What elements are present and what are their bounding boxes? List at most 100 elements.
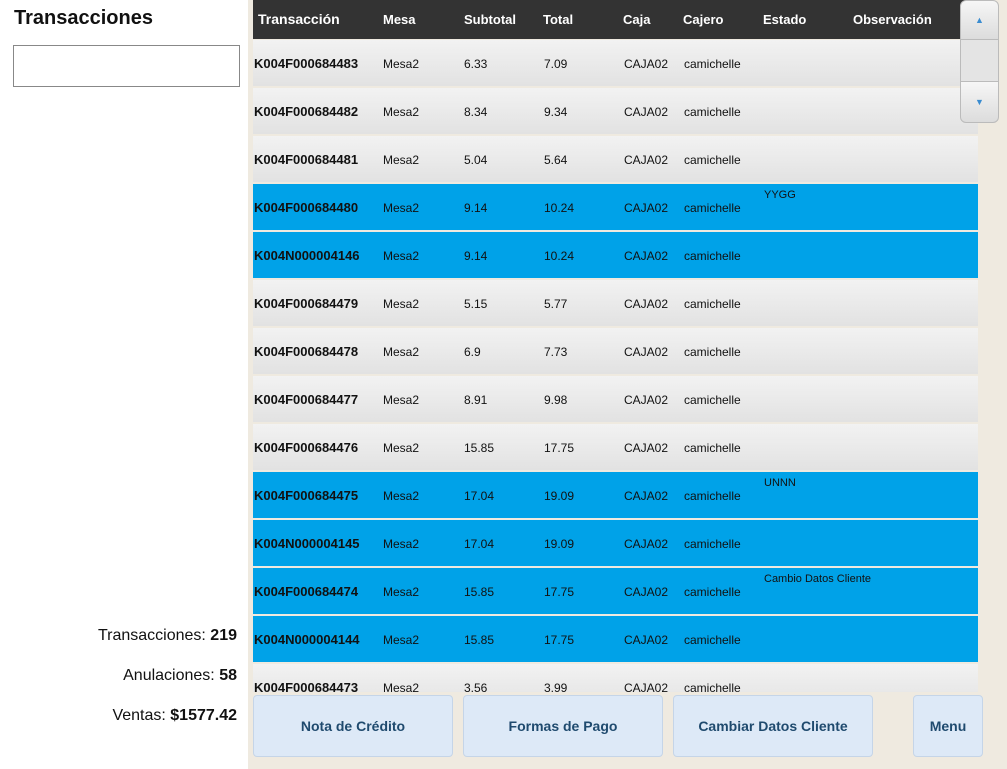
cell-transaccion: K004F000684482 [254,104,359,119]
table-row[interactable]: K004F000684474 Mesa2 15.85 17.75 CAJA02 camic… [253,568,978,614]
stat-anulaciones: Anulaciones: 58 [123,667,237,685]
table-row[interactable]: K004F000684476 Mesa2 15.85 17.75 CAJA02 camic… [253,424,978,470]
search-input[interactable] [13,45,240,87]
triangle-up-icon: ▲ [975,15,984,25]
cell-caja: CAJA02 [624,681,669,692]
cell-mesa: Mesa2 [383,585,420,599]
cell-cajero: camichelle [684,153,741,167]
cell-mesa: Mesa2 [383,681,420,692]
header-caja: Caja [623,12,651,27]
cell-caja: CAJA02 [624,489,669,503]
stat-ventas: Ventas: $1577.42 [112,707,237,725]
table-row[interactable]: K004N000004146 Mesa2 9.14 10.24 CAJA02 camich… [253,232,978,278]
header-estado: Estado [763,12,807,27]
table-row[interactable]: K004F000684479 Mesa2 5.15 5.77 CAJA02 camiche… [253,280,978,326]
cell-subtotal: 6.33 [464,57,488,71]
cell-total: 19.09 [544,537,575,551]
cell-transaccion: K004F000684478 [254,344,359,359]
cell-total: 17.75 [544,585,575,599]
cell-subtotal: 3.56 [464,681,488,692]
cell-subtotal: 8.91 [464,393,488,407]
cell-subtotal: 6.9 [464,345,481,359]
cell-caja: CAJA02 [624,537,669,551]
cell-total: 9.98 [544,393,568,407]
table-row[interactable]: K004F000684481 Mesa2 5.04 5.64 CAJA02 camiche… [253,136,978,182]
cell-subtotal: 15.85 [464,585,495,599]
header-mesa: Mesa [383,12,416,27]
table-row[interactable]: K004F000684480 Mesa2 9.14 10.24 CAJA02 camich… [253,184,978,230]
cell-cajero: camichelle [684,201,741,215]
cell-total: 17.75 [544,441,575,455]
table-row[interactable]: K004N000004145 Mesa2 17.04 19.09 CAJA02 camic… [253,520,978,566]
cell-total: 9.34 [544,105,568,119]
stat-anulaciones-value: 58 [219,667,237,684]
stat-transacciones-value: 219 [210,627,237,644]
cell-mesa: Mesa2 [383,201,420,215]
cell-caja: CAJA02 [624,105,669,119]
cell-subtotal: 8.34 [464,105,488,119]
cell-cajero: camichelle [684,681,741,692]
cell-transaccion: K004N000004145 [254,536,360,551]
cell-caja: CAJA02 [624,201,669,215]
cell-total: 5.77 [544,297,568,311]
cell-caja: CAJA02 [624,585,669,599]
cell-subtotal: 17.04 [464,537,495,551]
cell-cajero: camichelle [684,345,741,359]
cell-transaccion: K004F000684481 [254,152,359,167]
table-row[interactable]: K004N000004144 Mesa2 15.85 17.75 CAJA02 camic… [253,616,978,662]
cell-mesa: Mesa2 [383,297,420,311]
cell-mesa: Mesa2 [383,441,420,455]
cell-subtotal: 9.14 [464,201,488,215]
cell-observacion: UNNN [764,477,796,489]
cell-mesa: Mesa2 [383,105,420,119]
cell-cajero: camichelle [684,249,741,263]
cell-subtotal: 17.04 [464,489,495,503]
table-row[interactable]: K004F000684475 Mesa2 17.04 19.09 CAJA02 camic… [253,472,978,518]
stat-ventas-label: Ventas: [112,707,166,724]
stat-ventas-value: $1577.42 [170,707,237,724]
transactions-table: Transacción Mesa Subtotal Total Caja Caj… [253,0,978,692]
cell-caja: CAJA02 [624,249,669,263]
table-row[interactable]: K004F000684473 Mesa2 3.56 3.99 CAJA02 camiche… [253,664,978,692]
cell-transaccion: K004F000684479 [254,296,359,311]
stat-transacciones: Transacciones: 219 [98,627,237,645]
cell-caja: CAJA02 [624,393,669,407]
cell-observacion: Cambio Datos Cliente [764,573,871,585]
header-observacion: Observación [853,12,932,27]
cell-caja: CAJA02 [624,633,669,647]
table-row[interactable]: K004F000684478 Mesa2 6.9 7.73 CAJA02 camichel… [253,328,978,374]
cambiar-datos-cliente-button[interactable]: Cambiar Datos Cliente [673,695,873,757]
cell-subtotal: 15.85 [464,441,495,455]
cell-transaccion: K004N000004146 [254,248,360,263]
cell-subtotal: 9.14 [464,249,488,263]
cell-mesa: Mesa2 [383,633,420,647]
cell-subtotal: 5.15 [464,297,488,311]
cell-mesa: Mesa2 [383,345,420,359]
cell-caja: CAJA02 [624,441,669,455]
cell-transaccion: K004F000684476 [254,440,359,455]
triangle-down-icon: ▼ [975,97,984,107]
scroll-up-button[interactable]: ▲ [960,0,999,40]
cell-total: 10.24 [544,201,575,215]
left-panel: Transacciones Transacciones: 219 Anulaci… [0,0,248,769]
formas-de-pago-button[interactable]: Formas de Pago [463,695,663,757]
cell-total: 10.24 [544,249,575,263]
nota-de-credito-button[interactable]: Nota de Crédito [253,695,453,757]
menu-button[interactable]: Menu [913,695,983,757]
table-row[interactable]: K004F000684477 Mesa2 8.91 9.98 CAJA02 camiche… [253,376,978,422]
scrollbar-track[interactable] [960,40,999,82]
cell-observacion: YYGG [764,189,796,201]
header-subtotal: Subtotal [464,12,516,27]
cell-cajero: camichelle [684,57,741,71]
cell-mesa: Mesa2 [383,489,420,503]
cell-cajero: camichelle [684,537,741,551]
table-row[interactable]: K004F000684482 Mesa2 8.34 9.34 CAJA02 camiche… [253,88,978,134]
cell-cajero: camichelle [684,585,741,599]
stat-transacciones-label: Transacciones: [97,627,206,644]
cell-transaccion: K004N000004144 [254,632,360,647]
cell-cajero: camichelle [684,297,741,311]
scroll-down-button[interactable]: ▼ [960,81,999,123]
cell-transaccion: K004F000684477 [254,392,359,407]
cell-mesa: Mesa2 [383,249,420,263]
table-row[interactable]: K004F000684483 Mesa2 6.33 7.09 CAJA02 camiche… [253,40,978,86]
